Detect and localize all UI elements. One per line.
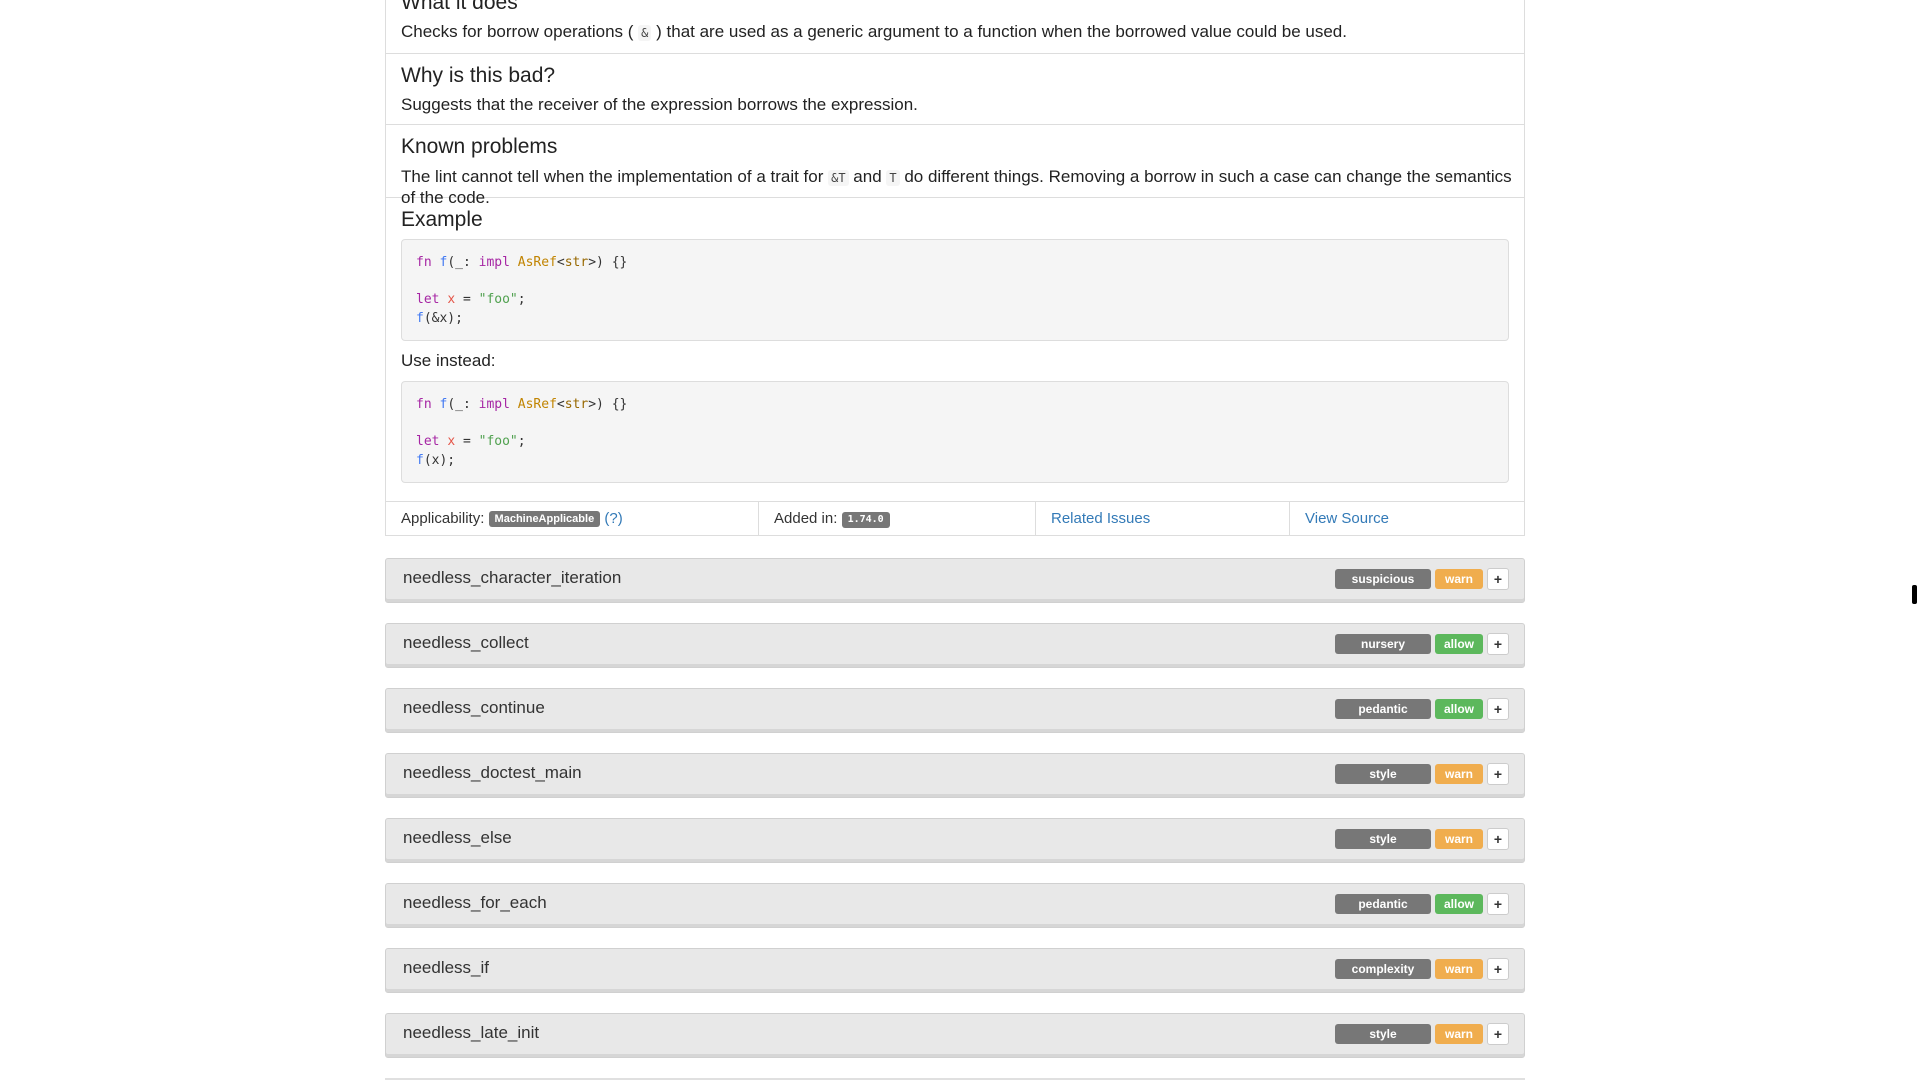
example-heading: Example bbox=[401, 208, 483, 231]
added-in-label: Added in: bbox=[774, 510, 838, 527]
scrollbar-thumb[interactable] bbox=[1912, 585, 1917, 604]
expand-toggle-button[interactable]: + bbox=[1487, 958, 1509, 980]
lint-name: needless_character_iteration bbox=[403, 568, 622, 587]
lint-header[interactable]: needless_character_iteration suspicious … bbox=[385, 558, 1525, 603]
inline-code: & bbox=[638, 25, 652, 41]
applicability-help-link[interactable]: (?) bbox=[604, 510, 622, 527]
applicability-badge: MachineApplicable bbox=[488, 511, 601, 527]
added-in-cell: Added in: 1.74.0 bbox=[759, 502, 1036, 536]
applicability-label: Applicability: bbox=[401, 510, 485, 527]
inline-code: &T bbox=[828, 170, 849, 186]
lint-name: needless_else bbox=[403, 828, 512, 847]
lint-level-badge: warn bbox=[1435, 569, 1483, 589]
lint-header[interactable]: needless_continue pedantic allow + bbox=[385, 688, 1525, 733]
expand-toggle-button[interactable]: + bbox=[1487, 568, 1509, 590]
why-bad-heading: Why is this bad? bbox=[401, 64, 556, 87]
view-source-link[interactable]: View Source bbox=[1305, 510, 1389, 527]
lint-header[interactable]: needless_if complexity warn + bbox=[385, 948, 1525, 993]
use-instead-label: Use instead: bbox=[401, 351, 496, 370]
lint-level-badge: warn bbox=[1435, 959, 1483, 979]
expanded-lint-panel: What it does Checks for borrow operation… bbox=[385, 0, 1525, 536]
lint-level-badge: allow bbox=[1435, 634, 1483, 654]
lint-name: needless_if bbox=[403, 958, 490, 977]
why-bad-section: Why is this bad? Suggests that the recei… bbox=[386, 54, 1524, 125]
why-bad-text: Suggests that the receiver of the expres… bbox=[401, 95, 918, 114]
lint-group-badge: complexity bbox=[1335, 959, 1431, 979]
lint-group-badge: suspicious bbox=[1335, 569, 1431, 589]
what-it-does-section: What it does Checks for borrow operation… bbox=[386, 0, 1524, 54]
expand-toggle-button[interactable]: + bbox=[1487, 763, 1509, 785]
lint-level-badge: warn bbox=[1435, 1024, 1483, 1044]
lint-name: needless_for_each bbox=[403, 893, 547, 912]
lint-level-badge: warn bbox=[1435, 829, 1483, 849]
lint-name: needless_doctest_main bbox=[403, 763, 582, 782]
lint-header[interactable]: needless_late_init style warn + bbox=[385, 1013, 1525, 1058]
example-code-block: fn f(_: impl AsRef<str>) {} let x = "foo"… bbox=[401, 239, 1509, 341]
what-it-does-heading: What it does bbox=[401, 0, 518, 14]
expand-toggle-button[interactable]: + bbox=[1487, 698, 1509, 720]
applicability-cell: Applicability: MachineApplicable (?) bbox=[386, 502, 759, 536]
version-badge: 1.74.0 bbox=[841, 512, 890, 528]
related-issues-link[interactable]: Related Issues bbox=[1051, 510, 1150, 527]
inline-code: T bbox=[886, 170, 900, 186]
lint-header[interactable]: needless_else style warn + bbox=[385, 818, 1525, 863]
expand-toggle-button[interactable]: + bbox=[1487, 633, 1509, 655]
example-section: Example fn f(_: impl AsRef<str>) {} let x… bbox=[386, 198, 1524, 502]
lint-header[interactable]: needless_for_each pedantic allow + bbox=[385, 883, 1525, 928]
lint-name: needless_late_init bbox=[403, 1023, 540, 1042]
use-instead-code-block: fn f(_: impl AsRef<str>) {} let x = "foo"… bbox=[401, 381, 1509, 483]
known-problems-heading: Known problems bbox=[401, 135, 558, 158]
what-it-does-text: Checks for borrow operations ( & ) that … bbox=[401, 22, 1347, 41]
lint-group-badge: pedantic bbox=[1335, 699, 1431, 719]
lint-level-badge: allow bbox=[1435, 699, 1483, 719]
lint-header[interactable]: needless_collect nursery allow + bbox=[385, 623, 1525, 668]
lint-name: needless_collect bbox=[403, 633, 529, 652]
lint-level-badge: allow bbox=[1435, 894, 1483, 914]
lint-metadata-row: Applicability: MachineApplicable (?) Add… bbox=[386, 502, 1524, 536]
lint-group-badge: style bbox=[1335, 764, 1431, 784]
expand-toggle-button[interactable]: + bbox=[1487, 893, 1509, 915]
lint-group-badge: nursery bbox=[1335, 634, 1431, 654]
view-source-cell: View Source bbox=[1290, 502, 1524, 536]
lint-header[interactable]: needless_doctest_main style warn + bbox=[385, 753, 1525, 798]
lint-level-badge: warn bbox=[1435, 764, 1483, 784]
lint-name: needless_continue bbox=[403, 698, 545, 717]
lint-group-badge: style bbox=[1335, 829, 1431, 849]
lint-group-badge: style bbox=[1335, 1024, 1431, 1044]
lint-group-badge: pedantic bbox=[1335, 894, 1431, 914]
related-issues-cell: Related Issues bbox=[1036, 502, 1290, 536]
expand-toggle-button[interactable]: + bbox=[1487, 828, 1509, 850]
expand-toggle-button[interactable]: + bbox=[1487, 1023, 1509, 1045]
known-problems-section: Known problems The lint cannot tell when… bbox=[386, 125, 1524, 207]
